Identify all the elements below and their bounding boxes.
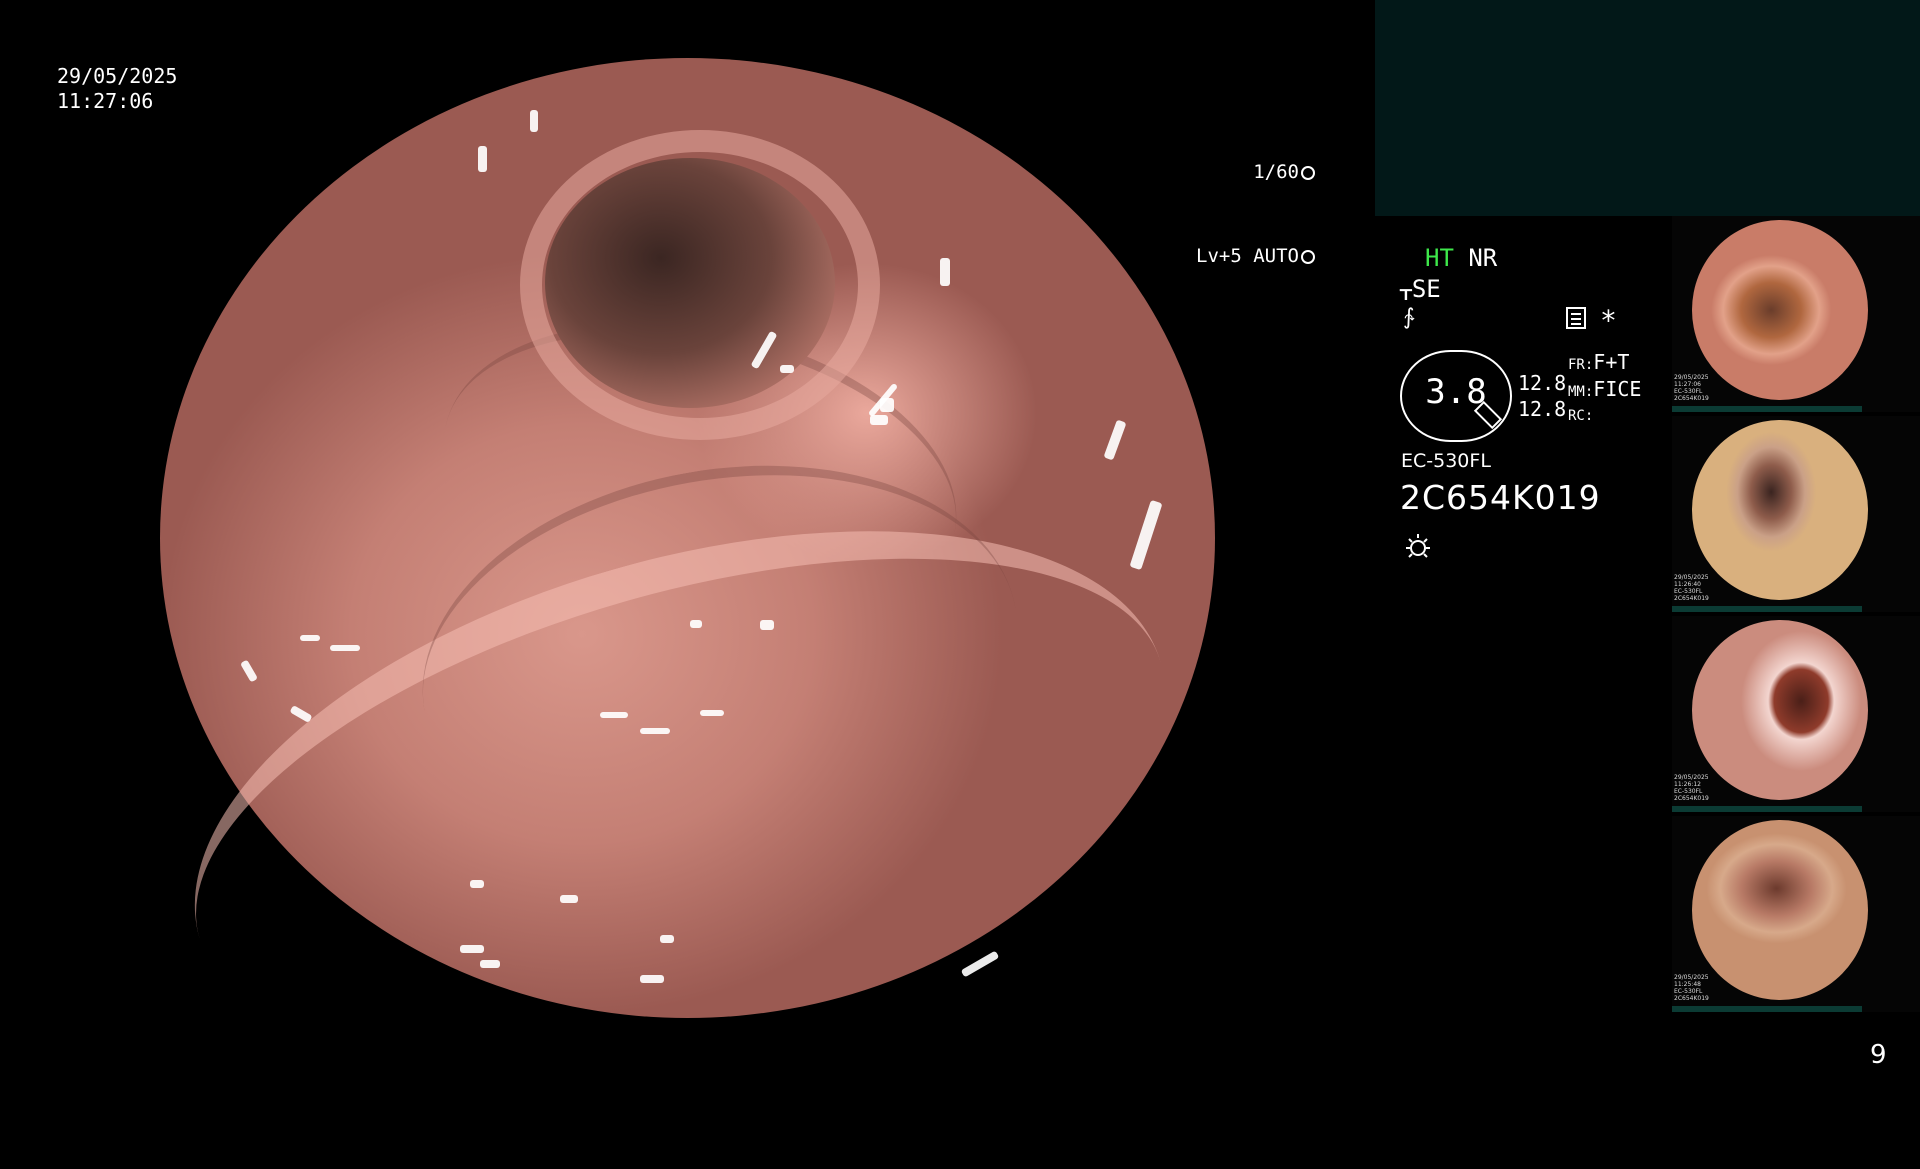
thumbnail-3[interactable]: 29/05/2025 11:26:12 EC-530FL 2C654K019 (1672, 616, 1920, 812)
mm-value: FICE (1593, 377, 1642, 401)
capture-time: 11:27:06 (57, 89, 154, 113)
thumbnail-bar (1672, 1006, 1862, 1012)
view-mask-top (160, 0, 1215, 58)
scope-serial: 2C654K019 (1400, 478, 1601, 517)
thumbnail-image (1692, 820, 1868, 1000)
record-list-icon (1566, 307, 1586, 329)
rc-label: RC: (1568, 408, 1594, 424)
thumbnail-image (1692, 620, 1868, 800)
reflection (640, 975, 664, 983)
fr-label: FR: (1568, 357, 1594, 373)
thumbnail-bar (1672, 406, 1862, 412)
thumbnail-meta: 29/05/2025 11:26:12 EC-530FL 2C654K019 (1674, 774, 1709, 802)
zoom-value: 3.8 (1425, 372, 1487, 412)
reflection (480, 960, 500, 968)
se-icon: ᚁ (1400, 275, 1412, 303)
reflection (940, 258, 950, 286)
fr-value: F+T (1593, 350, 1630, 374)
reflection (560, 895, 578, 903)
thumbnail-image (1692, 220, 1868, 400)
reflection (478, 146, 487, 172)
reflection (530, 110, 538, 132)
waveform-icon: ∱ (1403, 305, 1415, 330)
thumbnail-4[interactable]: 29/05/2025 11:25:48 EC-530FL 2C654K019 (1672, 816, 1920, 1012)
thumbnail-image (1692, 420, 1868, 600)
exposure-level: Lv+5 AUTO (1196, 245, 1299, 267)
reflection (300, 635, 320, 641)
mm-label: MM: (1568, 384, 1594, 400)
reflection (600, 712, 628, 718)
reflection (640, 728, 670, 734)
reflection (880, 398, 894, 412)
reflection (690, 620, 702, 628)
thumbnail-meta: 29/05/2025 11:26:40 EC-530FL 2C654K019 (1674, 574, 1709, 602)
thumbnail-2[interactable]: 29/05/2025 11:26:40 EC-530FL 2C654K019 (1672, 416, 1920, 612)
measure-values: 12.8 12.8 (1518, 370, 1566, 422)
exposure-info: 1/60 Lv+5 AUTO (1196, 102, 1315, 298)
reflection (470, 880, 484, 888)
measure-value-b: 12.8 (1518, 397, 1567, 421)
scope-model: EC-530FL (1401, 450, 1491, 472)
shutter-icon (1300, 166, 1315, 180)
reflection (870, 415, 888, 425)
light-icon (1406, 534, 1430, 558)
nr-label: NR (1468, 244, 1498, 272)
patient-info-panel (1375, 0, 1920, 216)
reflection (960, 950, 1000, 978)
image-mode-indicator: HT NR (1425, 244, 1497, 272)
page-number: 9 (1870, 1040, 1887, 1070)
auto-iris-icon (1300, 250, 1315, 264)
thumbnail-meta: 29/05/2025 11:27:06 EC-530FL 2C654K019 (1674, 374, 1709, 402)
reflection (700, 710, 724, 716)
thumbnail-bar (1672, 606, 1862, 612)
reflection (780, 365, 794, 373)
thumbnail-meta: 29/05/2025 11:25:48 EC-530FL 2C654K019 (1674, 974, 1709, 1002)
capture-date: 29/05/2025 (57, 64, 178, 88)
structure-enhance-indicator: ᚁSE (1400, 275, 1441, 303)
asterisk-icon: * (1600, 304, 1617, 337)
reflection (760, 620, 774, 630)
thumbnail-bar (1672, 806, 1862, 812)
thumbnail-1[interactable]: 29/05/2025 11:27:06 EC-530FL 2C654K019 (1672, 216, 1920, 412)
reflection (330, 645, 360, 651)
reflection (460, 945, 484, 953)
capture-datetime: 29/05/2025 11:27:06 (57, 64, 177, 114)
shutter-speed: 1/60 (1253, 161, 1299, 183)
mode-labels: FR:F+T MM:FICE RC: (1568, 350, 1641, 428)
reflection (660, 935, 674, 943)
ht-label: HT (1425, 244, 1454, 272)
measure-value-a: 12.8 (1518, 371, 1567, 395)
se-label: SE (1411, 275, 1441, 303)
